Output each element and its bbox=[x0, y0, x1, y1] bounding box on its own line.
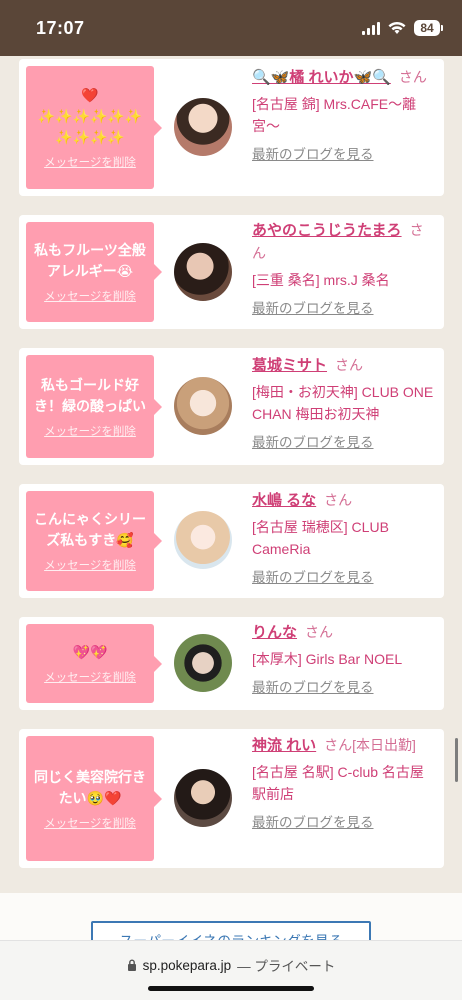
avatar[interactable] bbox=[174, 511, 232, 569]
status-icons: 84 bbox=[362, 20, 443, 36]
cellular-signal-icon bbox=[362, 21, 380, 35]
cast-name-link[interactable]: 神流 れい bbox=[252, 737, 316, 754]
avatar[interactable] bbox=[174, 634, 232, 692]
shop-name: [名古屋 瑞穂区] CLUB CameRia bbox=[252, 519, 389, 557]
message-card: 💖💖 メッセージを削除 りんな さん [本厚木] Girls Bar NOEL 最… bbox=[19, 617, 444, 710]
wifi-icon bbox=[388, 21, 406, 34]
cast-name-line: 葛城ミサト さん bbox=[252, 354, 436, 377]
cast-name-link[interactable]: 🔍🦋橘 れいか🦋🔍 bbox=[252, 69, 391, 86]
message-list[interactable]: ❤️ ✨✨✨✨✨✨ ✨✨✨✨ メッセージを削除 🔍🦋橘 れいか🦋🔍 さん [名古屋… bbox=[0, 56, 462, 940]
cast-name-line: 🔍🦋橘 れいか🦋🔍 さん bbox=[252, 66, 436, 89]
message-text: 私もフルーツ全般アレルギー😭 bbox=[34, 242, 146, 279]
message-emoji: ❤️ bbox=[81, 87, 99, 103]
avatar[interactable] bbox=[174, 243, 232, 301]
delete-message-link[interactable]: メッセージを削除 bbox=[44, 557, 136, 573]
message-card: こんにゃくシリーズ私もすき🥰 メッセージを削除 水嶋 るな さん [名古屋 瑞穂区… bbox=[19, 484, 444, 598]
cast-name-line: 神流 れい さん[本日出勤] bbox=[252, 734, 436, 757]
honorific: さん bbox=[398, 69, 427, 85]
cast-name-link[interactable]: 葛城ミサト bbox=[252, 357, 327, 374]
status-time: 17:07 bbox=[36, 17, 85, 38]
latest-blog-link[interactable]: 最新のブログを見る bbox=[252, 431, 374, 451]
url-display[interactable]: sp.pokepara.jp — プライベート bbox=[127, 955, 336, 975]
message-card: 同じく美容院行きたい🥹❤️ メッセージを削除 神流 れい さん[本日出勤] [名古… bbox=[19, 729, 444, 868]
shop-name: [名古屋 名駅] C-club 名古屋駅前店 bbox=[252, 764, 424, 802]
message-bubble: 私もフルーツ全般アレルギー😭 メッセージを削除 bbox=[26, 222, 162, 322]
delete-message-link[interactable]: メッセージを削除 bbox=[44, 423, 136, 439]
shop-name: [本厚木] Girls Bar NOEL bbox=[252, 651, 403, 667]
message-text: 💖💖 bbox=[72, 644, 108, 660]
latest-blog-link[interactable]: 最新のブログを見る bbox=[252, 297, 374, 317]
cast-name-line: りんな さん bbox=[252, 621, 436, 644]
cast-name-line: あやのこうじうたまろ さん bbox=[252, 219, 436, 265]
home-indicator[interactable] bbox=[148, 986, 314, 991]
message-card: 私もフルーツ全般アレルギー😭 メッセージを削除 あやのこうじうたまろ さん [三重… bbox=[19, 215, 444, 329]
message-bubble: こんにゃくシリーズ私もすき🥰 メッセージを削除 bbox=[26, 491, 162, 591]
message-text: こんにゃくシリーズ私もすき🥰 bbox=[34, 511, 146, 548]
lock-icon bbox=[127, 959, 136, 971]
url-text: sp.pokepara.jp bbox=[142, 957, 232, 973]
shop-name: [三重 桑名] mrs.J 桑名 bbox=[252, 272, 390, 288]
message-text: 同じく美容院行きたい🥹❤️ bbox=[34, 768, 146, 806]
avatar[interactable] bbox=[174, 769, 232, 827]
message-text: 私もゴールド好き！緑の酸っぱい bbox=[34, 376, 146, 414]
latest-blog-link[interactable]: 最新のブログを見る bbox=[252, 143, 374, 163]
shop-name: [梅田・お初天神] CLUB ONE CHAN 梅田お初天神 bbox=[252, 384, 434, 422]
delete-message-link[interactable]: メッセージを削除 bbox=[44, 669, 136, 685]
message-card: 私もゴールド好き！緑の酸っぱい メッセージを削除 葛城ミサト さん [梅田・お初天… bbox=[19, 348, 444, 465]
private-label: — プライベート bbox=[237, 959, 336, 974]
cast-name-link[interactable]: りんな bbox=[252, 624, 297, 641]
message-text: ✨✨✨✨✨✨ ✨✨✨✨ bbox=[37, 108, 143, 145]
delete-message-link[interactable]: メッセージを削除 bbox=[44, 154, 136, 170]
delete-message-link[interactable]: メッセージを削除 bbox=[44, 815, 136, 831]
scrollbar[interactable] bbox=[455, 738, 458, 782]
honorific: さん[本日出勤] bbox=[324, 737, 416, 753]
cast-name-link[interactable]: あやのこうじうたまろ bbox=[252, 222, 402, 239]
delete-message-link[interactable]: メッセージを削除 bbox=[44, 288, 136, 304]
honorific: さん bbox=[305, 624, 334, 640]
avatar[interactable] bbox=[174, 377, 232, 435]
honorific: さん bbox=[324, 492, 353, 508]
message-bubble: 私もゴールド好き！緑の酸っぱい メッセージを削除 bbox=[26, 355, 162, 458]
cast-name-link[interactable]: 水嶋 るな bbox=[252, 492, 316, 509]
battery-indicator: 84 bbox=[414, 20, 443, 36]
cast-name-line: 水嶋 るな さん bbox=[252, 489, 436, 512]
latest-blog-link[interactable]: 最新のブログを見る bbox=[252, 566, 374, 586]
browser-url-bar[interactable]: sp.pokepara.jp — プライベート bbox=[0, 940, 462, 1000]
message-card: ❤️ ✨✨✨✨✨✨ ✨✨✨✨ メッセージを削除 🔍🦋橘 れいか🦋🔍 さん [名古屋… bbox=[19, 59, 444, 196]
avatar[interactable] bbox=[174, 98, 232, 156]
message-bubble: 💖💖 メッセージを削除 bbox=[26, 624, 162, 703]
shop-name: [名古屋 錦] Mrs.CAFE〜離宮〜 bbox=[252, 96, 417, 134]
status-bar: 17:07 84 bbox=[0, 0, 462, 56]
honorific: さん bbox=[335, 357, 364, 373]
message-bubble: 同じく美容院行きたい🥹❤️ メッセージを削除 bbox=[26, 736, 162, 861]
message-bubble: ❤️ ✨✨✨✨✨✨ ✨✨✨✨ メッセージを削除 bbox=[26, 66, 162, 189]
latest-blog-link[interactable]: 最新のブログを見る bbox=[252, 811, 374, 831]
latest-blog-link[interactable]: 最新のブログを見る bbox=[252, 676, 374, 696]
